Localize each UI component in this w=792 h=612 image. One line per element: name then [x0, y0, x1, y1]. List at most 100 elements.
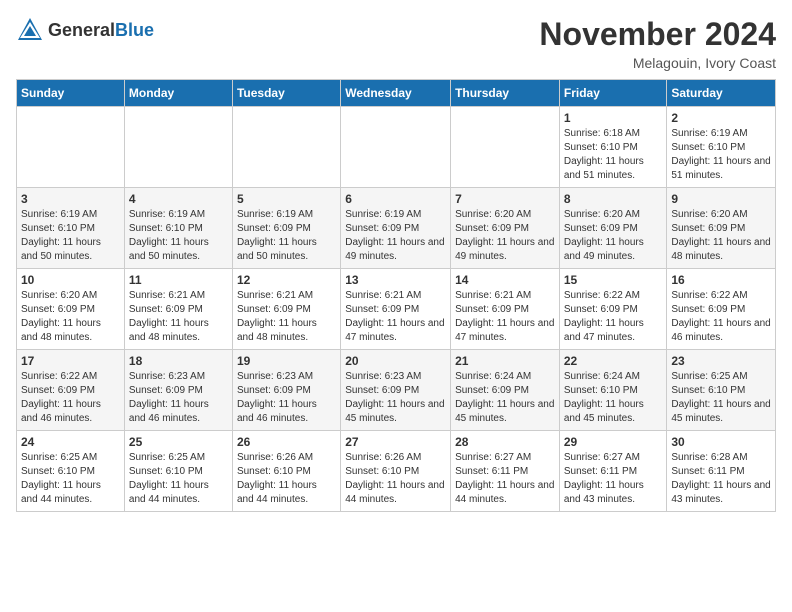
calendar-cell: 10Sunrise: 6:20 AM Sunset: 6:09 PM Dayli…	[17, 269, 125, 350]
day-info: Sunrise: 6:22 AM Sunset: 6:09 PM Dayligh…	[21, 370, 120, 426]
day-info: Sunrise: 6:28 AM Sunset: 6:11 PM Dayligh…	[671, 451, 771, 507]
calendar-cell	[124, 107, 232, 188]
day-info: Sunrise: 6:23 AM Sunset: 6:09 PM Dayligh…	[237, 370, 336, 426]
day-number: 25	[129, 435, 228, 449]
day-number: 26	[237, 435, 336, 449]
day-number: 18	[129, 354, 228, 368]
day-number: 13	[345, 273, 446, 287]
day-header-sunday: Sunday	[17, 80, 125, 107]
calendar-cell: 20 Sunrise: 6:23 AM Sunset: 6:09 PM Dayli…	[341, 350, 451, 431]
day-info: Sunrise: 6:25 AM Sunset: 6:10 PM Dayligh…	[671, 370, 771, 426]
calendar-cell: 13 Sunrise: 6:21 AM Sunset: 6:09 PM Dayli…	[341, 269, 451, 350]
day-number: 23	[671, 354, 771, 368]
day-number: 8	[564, 192, 663, 206]
day-number: 7	[455, 192, 555, 206]
logo: GeneralBlue	[16, 16, 154, 44]
calendar-subtitle: Melagouin, Ivory Coast	[539, 55, 776, 71]
calendar-cell: 24 Sunrise: 6:25 AM Sunset: 6:10 PM Dayli…	[17, 431, 125, 512]
logo-blue: Blue	[115, 20, 154, 40]
day-info: Sunrise: 6:19 AM Sunset: 6:10 PM Dayligh…	[21, 208, 120, 264]
calendar-cell: 22Sunrise: 6:24 AM Sunset: 6:10 PM Dayli…	[559, 350, 667, 431]
calendar-cell: 7 Sunrise: 6:20 AM Sunset: 6:09 PM Daylig…	[451, 188, 560, 269]
calendar-cell: 5Sunrise: 6:19 AM Sunset: 6:09 PM Daylig…	[232, 188, 340, 269]
calendar-cell: 28Sunrise: 6:27 AM Sunset: 6:11 PM Dayli…	[451, 431, 560, 512]
week-row-0: 1 Sunrise: 6:18 AM Sunset: 6:10 PM Daylig…	[17, 107, 776, 188]
day-info: Sunrise: 6:24 AM Sunset: 6:10 PM Dayligh…	[564, 370, 663, 426]
day-number: 9	[671, 192, 771, 206]
day-info: Sunrise: 6:18 AM Sunset: 6:10 PM Dayligh…	[564, 127, 663, 183]
week-row-1: 3 Sunrise: 6:19 AM Sunset: 6:10 PM Daylig…	[17, 188, 776, 269]
day-info: Sunrise: 6:20 AM Sunset: 6:09 PM Dayligh…	[455, 208, 555, 264]
day-number: 30	[671, 435, 771, 449]
day-info: Sunrise: 6:24 AM Sunset: 6:09 PM Dayligh…	[455, 370, 555, 426]
day-number: 5	[237, 192, 336, 206]
calendar-cell: 23 Sunrise: 6:25 AM Sunset: 6:10 PM Dayli…	[667, 350, 776, 431]
day-number: 28	[455, 435, 555, 449]
calendar-cell	[232, 107, 340, 188]
calendar-title: November 2024	[539, 16, 776, 53]
day-number: 19	[237, 354, 336, 368]
day-number: 4	[129, 192, 228, 206]
day-number: 29	[564, 435, 663, 449]
week-row-4: 24 Sunrise: 6:25 AM Sunset: 6:10 PM Dayli…	[17, 431, 776, 512]
day-info: Sunrise: 6:27 AM Sunset: 6:11 PM Dayligh…	[564, 451, 663, 507]
calendar-cell: 14Sunrise: 6:21 AM Sunset: 6:09 PM Dayli…	[451, 269, 560, 350]
day-info: Sunrise: 6:21 AM Sunset: 6:09 PM Dayligh…	[129, 289, 228, 345]
calendar-cell: 3 Sunrise: 6:19 AM Sunset: 6:10 PM Daylig…	[17, 188, 125, 269]
calendar-cell	[451, 107, 560, 188]
day-number: 2	[671, 111, 771, 125]
day-header-thursday: Thursday	[451, 80, 560, 107]
calendar-cell: 17 Sunrise: 6:22 AM Sunset: 6:09 PM Dayli…	[17, 350, 125, 431]
day-info: Sunrise: 6:25 AM Sunset: 6:10 PM Dayligh…	[21, 451, 120, 507]
day-number: 12	[237, 273, 336, 287]
day-info: Sunrise: 6:21 AM Sunset: 6:09 PM Dayligh…	[345, 289, 446, 345]
day-info: Sunrise: 6:25 AM Sunset: 6:10 PM Dayligh…	[129, 451, 228, 507]
day-number: 1	[564, 111, 663, 125]
day-number: 27	[345, 435, 446, 449]
day-header-tuesday: Tuesday	[232, 80, 340, 107]
day-number: 11	[129, 273, 228, 287]
calendar-cell: 21 Sunrise: 6:24 AM Sunset: 6:09 PM Dayli…	[451, 350, 560, 431]
calendar-cell: 19 Sunrise: 6:23 AM Sunset: 6:09 PM Dayli…	[232, 350, 340, 431]
day-header-wednesday: Wednesday	[341, 80, 451, 107]
day-number: 10	[21, 273, 120, 287]
calendar-cell: 25 Sunrise: 6:25 AM Sunset: 6:10 PM Dayli…	[124, 431, 232, 512]
calendar-cell: 4 Sunrise: 6:19 AM Sunset: 6:10 PM Daylig…	[124, 188, 232, 269]
calendar-cell: 15Sunrise: 6:22 AM Sunset: 6:09 PM Dayli…	[559, 269, 667, 350]
day-header-monday: Monday	[124, 80, 232, 107]
day-info: Sunrise: 6:22 AM Sunset: 6:09 PM Dayligh…	[671, 289, 771, 345]
day-number: 17	[21, 354, 120, 368]
calendar-header-row: SundayMondayTuesdayWednesdayThursdayFrid…	[17, 80, 776, 107]
logo-icon	[16, 16, 44, 44]
day-info: Sunrise: 6:19 AM Sunset: 6:10 PM Dayligh…	[671, 127, 771, 183]
calendar-cell: 18 Sunrise: 6:23 AM Sunset: 6:09 PM Dayli…	[124, 350, 232, 431]
day-number: 16	[671, 273, 771, 287]
day-header-saturday: Saturday	[667, 80, 776, 107]
day-number: 14	[455, 273, 555, 287]
calendar-cell: 12 Sunrise: 6:21 AM Sunset: 6:09 PM Dayli…	[232, 269, 340, 350]
calendar-cell: 8 Sunrise: 6:20 AM Sunset: 6:09 PM Daylig…	[559, 188, 667, 269]
calendar-cell: 29 Sunrise: 6:27 AM Sunset: 6:11 PM Dayli…	[559, 431, 667, 512]
day-number: 15	[564, 273, 663, 287]
day-number: 21	[455, 354, 555, 368]
title-area: November 2024 Melagouin, Ivory Coast	[539, 16, 776, 71]
day-header-friday: Friday	[559, 80, 667, 107]
calendar-cell: 6Sunrise: 6:19 AM Sunset: 6:09 PM Daylig…	[341, 188, 451, 269]
day-info: Sunrise: 6:23 AM Sunset: 6:09 PM Dayligh…	[129, 370, 228, 426]
day-number: 20	[345, 354, 446, 368]
day-info: Sunrise: 6:26 AM Sunset: 6:10 PM Dayligh…	[237, 451, 336, 507]
day-info: Sunrise: 6:21 AM Sunset: 6:09 PM Dayligh…	[237, 289, 336, 345]
week-row-3: 17 Sunrise: 6:22 AM Sunset: 6:09 PM Dayli…	[17, 350, 776, 431]
day-number: 24	[21, 435, 120, 449]
day-info: Sunrise: 6:23 AM Sunset: 6:09 PM Dayligh…	[345, 370, 446, 426]
calendar-table: SundayMondayTuesdayWednesdayThursdayFrid…	[16, 79, 776, 512]
day-info: Sunrise: 6:20 AM Sunset: 6:09 PM Dayligh…	[564, 208, 663, 264]
calendar-cell: 26 Sunrise: 6:26 AM Sunset: 6:10 PM Dayli…	[232, 431, 340, 512]
calendar-cell: 9Sunrise: 6:20 AM Sunset: 6:09 PM Daylig…	[667, 188, 776, 269]
day-number: 3	[21, 192, 120, 206]
calendar-cell: 16 Sunrise: 6:22 AM Sunset: 6:09 PM Dayli…	[667, 269, 776, 350]
day-info: Sunrise: 6:26 AM Sunset: 6:10 PM Dayligh…	[345, 451, 446, 507]
calendar-cell: 1 Sunrise: 6:18 AM Sunset: 6:10 PM Daylig…	[559, 107, 667, 188]
day-info: Sunrise: 6:19 AM Sunset: 6:10 PM Dayligh…	[129, 208, 228, 264]
calendar-cell: 2 Sunrise: 6:19 AM Sunset: 6:10 PM Daylig…	[667, 107, 776, 188]
